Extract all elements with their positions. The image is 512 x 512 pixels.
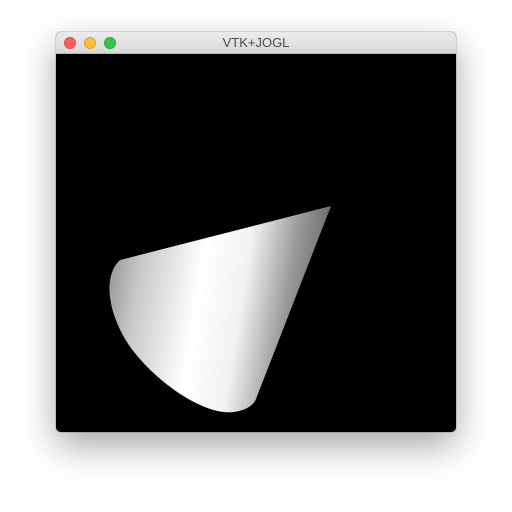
app-window: VTK+JOGL <box>56 32 456 432</box>
cone-shape <box>109 206 331 413</box>
render-viewport[interactable] <box>56 54 456 432</box>
window-title: VTK+JOGL <box>222 35 290 50</box>
cone-render <box>109 206 331 413</box>
title-bar[interactable]: VTK+JOGL <box>56 32 456 54</box>
